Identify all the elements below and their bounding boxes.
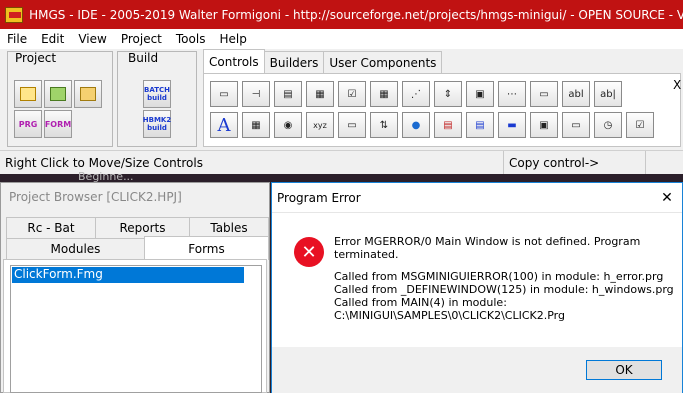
error-line [334,261,679,270]
list-control-button[interactable]: ▤ [466,112,494,138]
prg-label: PRG [18,119,38,129]
controls-row-2: A ▦ ◉ xyz ▭ ⇅ ● ▤ ▤ ▬ ▣ ▭ ◷ ☑ [210,112,654,138]
menu-bar: File Edit View Project Tools Help [0,29,683,49]
dialog-title: Program Error [277,190,361,205]
batch-build-label: BATCH build [144,86,170,102]
updown-control-button[interactable]: ⇅ [370,112,398,138]
browse-control-button[interactable]: ▦ [370,81,398,107]
checkbox-control-button[interactable]: ☑ [338,81,366,107]
status-text-left: Right Click to Move/Size Controls [0,151,504,174]
menu-edit[interactable]: Edit [34,32,71,46]
title-bar: HMGS - IDE - 2005-2019 Walter Formigoni … [0,0,683,29]
listbox-control-button[interactable]: ▤ [274,81,302,107]
tab-modules[interactable]: Modules [6,238,145,260]
grid-control-button[interactable]: ▦ [306,81,334,107]
tab-controls[interactable]: Controls [203,49,265,73]
folder-button[interactable] [74,80,102,108]
editbox-control-button[interactable]: ab| [594,81,622,107]
timer-control-button[interactable]: ◷ [594,112,622,138]
tab-forms[interactable]: Forms [144,236,269,260]
combo-control-button[interactable]: xyz [306,112,334,138]
menu-help[interactable]: Help [212,32,253,46]
tab-user-components[interactable]: User Components [323,51,443,73]
project-group-label: Project [15,51,57,65]
error-line: C:\MINIGUI\SAMPLES\0\CLICK2\CLICK2.Prg [334,309,565,322]
close-icon[interactable]: ✕ [652,190,682,206]
batch-build-button[interactable]: BATCH build [143,80,171,108]
project-browser-title: Project Browser [CLICK2.HPJ] [1,183,269,211]
progressbar-control-button[interactable]: ▬ [498,112,526,138]
radio-control-button[interactable]: ◉ [274,112,302,138]
error-line: Called from MAIN(4) in module: [334,296,507,309]
error-line: terminated. [334,248,399,261]
menu-project[interactable]: Project [114,32,169,46]
prg-button[interactable]: PRG [14,110,42,138]
open-form-button[interactable] [44,80,72,108]
menu-view[interactable]: View [71,32,113,46]
checkbutton-control-button[interactable]: ☑ [626,112,654,138]
list-item[interactable]: ClickForm.Fmg [12,267,244,283]
error-line: Called from _DEFINEWINDOW(125) in module… [334,283,674,296]
form-button[interactable]: FORM [44,110,72,138]
controls-row-1: ▭ ⊣ ▤ ▦ ☑ ▦ ⋰ ⇕ ▣ ⋯ ▭ abl ab| [210,81,622,107]
tree-control-button[interactable]: ⋯ [498,81,526,107]
toolbar-area: Project PRG FORM Build BATCH build HBMK2… [0,49,683,150]
error-message: Error MGERROR/0 Main Window is not defin… [334,235,679,322]
tab-rc-bat[interactable]: Rc - Bat [6,217,96,239]
ok-button[interactable]: OK [586,360,662,380]
toolbar-tabs: Controls Builders User Components [203,49,443,73]
richedit-control-button[interactable]: ▤ [434,112,462,138]
panel-control-button[interactable]: ▭ [562,112,590,138]
folder-icon [80,87,96,101]
build-group-label: Build [128,51,159,65]
frame-control-button[interactable]: ⊣ [242,81,270,107]
window-control-button[interactable]: ▭ [530,81,558,107]
error-icon: ✕ [294,237,324,267]
new-form-icon [20,87,36,101]
menu-file[interactable]: File [0,32,34,46]
error-line: Error MGERROR/0 Main Window is not defin… [334,235,641,248]
tab-builders[interactable]: Builders [263,51,325,73]
spinner-control-button[interactable]: ⇕ [434,81,462,107]
hbmk2-build-button[interactable]: HBMK2 build [143,110,171,138]
forms-list[interactable]: ClickForm.Fmg [10,265,262,393]
form-label: FORM [44,119,72,129]
textbox-control-button[interactable]: abl [562,81,590,107]
error-line: Called from MSGMINIGUIERROR(100) in modu… [334,270,664,283]
menu-tools[interactable]: Tools [169,32,213,46]
app-icon [5,6,24,23]
datagrid-control-button[interactable]: ▦ [242,112,270,138]
program-error-dialog: Program Error ✕ ✕ Error MGERROR/0 Main W… [271,182,683,393]
status-text-right: Copy control-> [504,151,646,174]
dialog-title-bar: Program Error ✕ [272,183,682,213]
slider-control-button[interactable]: ⋰ [402,81,430,107]
window-title: HMGS - IDE - 2005-2019 Walter Formigoni … [29,7,683,22]
text-control-button[interactable]: A [210,112,238,138]
image-control-button[interactable]: ▣ [466,81,494,107]
panel-close-mark[interactable]: X [673,78,681,92]
hbmk2-build-label: HBMK2 build [142,116,172,132]
player-control-button[interactable]: ▣ [530,112,558,138]
open-form-icon [50,87,66,101]
activex-control-button[interactable]: ● [402,112,430,138]
tab-control-button[interactable]: ▭ [338,112,366,138]
new-form-button[interactable] [14,80,42,108]
label-control-button[interactable]: ▭ [210,81,238,107]
